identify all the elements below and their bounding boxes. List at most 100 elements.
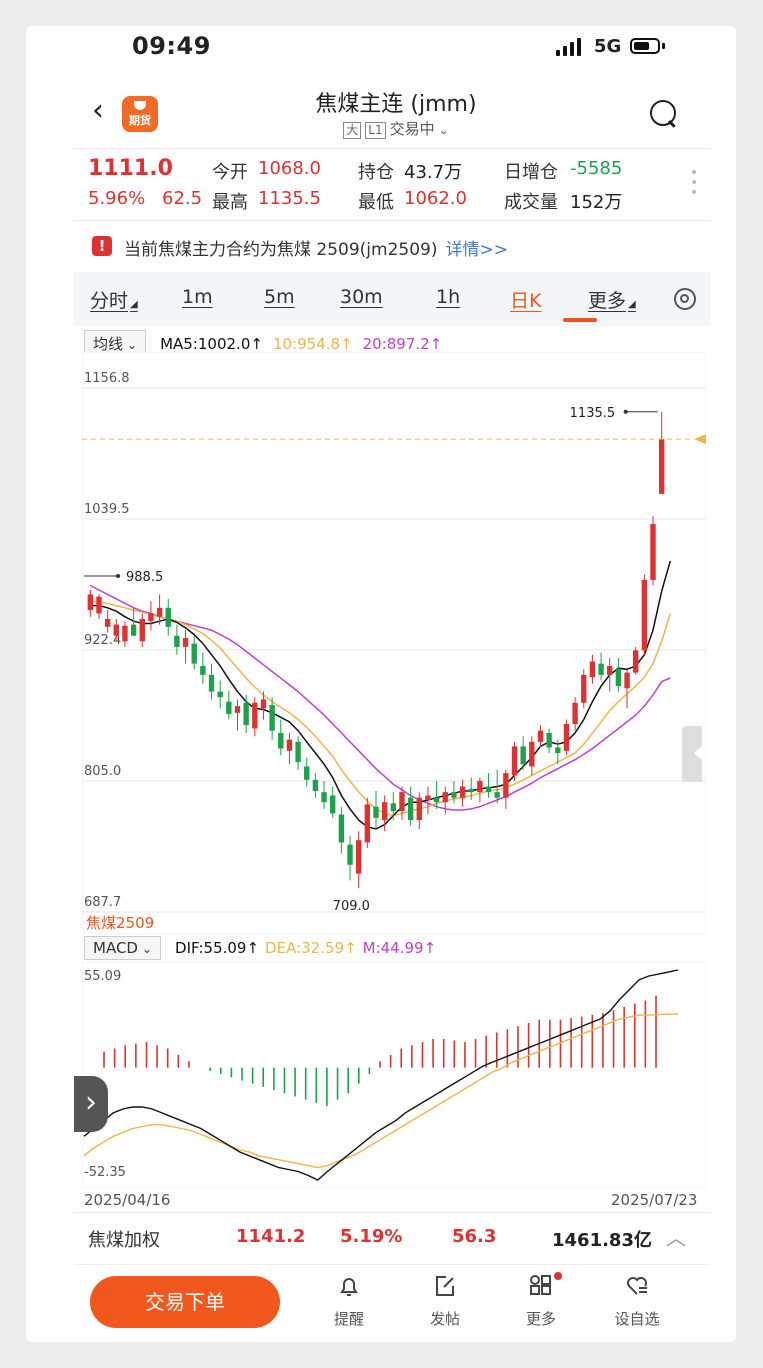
high-label: 最高 bbox=[212, 192, 248, 213]
chevron-up-icon[interactable]: ︿ bbox=[666, 1222, 686, 1251]
trade-order-button[interactable]: 交易下单 bbox=[90, 1276, 280, 1328]
low-annotation-label: 709.0 bbox=[333, 899, 370, 914]
weighted-name: 焦煤加权 bbox=[88, 1230, 160, 1251]
nav-watchlist[interactable]: 设自选 bbox=[602, 1272, 672, 1329]
candle-body bbox=[182, 637, 189, 647]
candle-body bbox=[641, 579, 648, 651]
bell-icon bbox=[340, 1278, 358, 1296]
last-price: 1111.0 bbox=[88, 156, 173, 181]
weighted-pct: 5.19% bbox=[340, 1226, 403, 1247]
notice-link[interactable]: 详情>> bbox=[445, 240, 508, 260]
kline-chart[interactable]: 1156.81039.5922.4805.0687.71135.5988.570… bbox=[82, 352, 706, 934]
heart-add-icon bbox=[627, 1277, 647, 1295]
candle-body bbox=[442, 792, 448, 803]
candle bbox=[641, 574, 648, 655]
candle-body bbox=[278, 732, 284, 749]
tab-2[interactable]: 1m bbox=[182, 286, 213, 308]
candle-body bbox=[433, 797, 440, 803]
candle-body bbox=[148, 613, 154, 622]
candle bbox=[563, 719, 570, 756]
tag-big: 大 bbox=[343, 122, 362, 139]
candle-body bbox=[226, 701, 232, 714]
nav-remind[interactable]: 提醒 bbox=[314, 1272, 384, 1329]
candle-body bbox=[312, 779, 319, 792]
tab-1[interactable]: 分时 ◢ bbox=[90, 286, 138, 313]
tab-4[interactable]: 30m bbox=[340, 286, 383, 308]
open-label: 今开 bbox=[212, 162, 248, 183]
status-bar: 09:49 5G bbox=[26, 26, 736, 70]
candle-body bbox=[529, 741, 535, 767]
trade-status-row[interactable]: 大 L1 交易中 ⌄ bbox=[226, 118, 566, 139]
more-dots-icon[interactable]: • • • bbox=[690, 166, 698, 200]
candle-body bbox=[130, 624, 137, 636]
tab-7[interactable]: 更多 ◢ bbox=[588, 286, 636, 313]
bottom-bar: 交易下单 提醒 发帖 更多 设自选 bbox=[74, 1266, 710, 1342]
volume-label: 成交量 bbox=[504, 192, 558, 213]
candle-body bbox=[338, 814, 345, 843]
oi-change-value: -5585 bbox=[570, 158, 623, 179]
candle-body bbox=[96, 596, 102, 614]
notice-row[interactable]: 当前焦煤主力合约为焦煤 2509(jm2509) 详情>> bbox=[124, 235, 508, 260]
nav-post-label: 发帖 bbox=[429, 1310, 460, 1328]
tab-6[interactable]: 日K bbox=[510, 286, 541, 313]
page-title: 焦煤主连 (jmm) bbox=[315, 92, 477, 117]
gear-icon[interactable] bbox=[674, 288, 696, 310]
macd-chart[interactable]: 55.09 -52.35 bbox=[82, 962, 706, 1188]
tab-3[interactable]: 5m bbox=[264, 286, 295, 308]
ma-select-label: 均线 bbox=[93, 335, 124, 353]
candle-body bbox=[286, 739, 293, 751]
tab-label: 日K bbox=[510, 290, 542, 312]
candle-body bbox=[191, 643, 197, 664]
date-start: 2025/04/16 bbox=[84, 1191, 171, 1209]
candle-body bbox=[607, 665, 613, 675]
candle-body bbox=[624, 672, 630, 689]
candle-body bbox=[139, 619, 145, 642]
notice-text: 当前焦煤主力合约为焦煤 2509(jm2509) bbox=[124, 240, 438, 260]
tab-label: 5m bbox=[264, 286, 295, 308]
candle-body bbox=[156, 607, 163, 617]
search-icon[interactable] bbox=[650, 100, 676, 126]
candle-body bbox=[208, 674, 215, 692]
app-logo[interactable]: 期货 bbox=[122, 96, 158, 132]
nav-more[interactable]: 更多 bbox=[506, 1272, 576, 1329]
candle-body bbox=[364, 804, 371, 843]
ma5-value: MA5:1002.0↑ bbox=[160, 335, 263, 353]
candle-body bbox=[555, 747, 561, 754]
candle-body bbox=[330, 795, 336, 814]
candle-body bbox=[503, 773, 509, 798]
high-annotation-dot bbox=[623, 409, 628, 414]
left-high-label: 988.5 bbox=[126, 570, 163, 585]
status-time: 09:49 bbox=[132, 32, 211, 60]
candle-body bbox=[451, 792, 457, 798]
dea-value: DEA:32.59↑ bbox=[265, 939, 357, 957]
active-tab-underline bbox=[563, 318, 597, 322]
candle-body bbox=[243, 702, 249, 726]
back-icon[interactable]: ‹ bbox=[92, 96, 104, 126]
chevron-down-icon: ⌄ bbox=[438, 123, 449, 137]
network-label: 5G bbox=[594, 36, 622, 57]
macd-select-label: MACD bbox=[93, 939, 138, 957]
candle-body bbox=[425, 795, 431, 800]
candle-body bbox=[234, 706, 241, 713]
nav-post[interactable]: 发帖 bbox=[410, 1272, 480, 1329]
tab-label: 更多 bbox=[588, 290, 627, 312]
high-annotation-label: 1135.5 bbox=[570, 406, 616, 421]
date-end: 2025/07/23 bbox=[611, 1191, 698, 1209]
change-pct: 5.96% bbox=[88, 188, 146, 209]
candle-body bbox=[347, 844, 353, 865]
candle-body bbox=[615, 669, 622, 687]
expand-left-handle-icon[interactable]: › bbox=[74, 1076, 108, 1132]
candle-body bbox=[295, 741, 301, 762]
collapse-right-handle-icon[interactable] bbox=[682, 726, 702, 782]
macd-select-button[interactable]: MACD ⌄ bbox=[84, 936, 162, 960]
price-tick-label: 687.7 bbox=[84, 895, 121, 910]
tab-5[interactable]: 1h bbox=[436, 286, 460, 308]
macd-bottom-label: -52.35 bbox=[84, 1165, 126, 1180]
candle-body bbox=[650, 524, 656, 580]
battery-icon bbox=[630, 38, 660, 54]
weighted-quote-row[interactable]: 焦煤加权 1141.2 5.19% 56.3 1461.83亿 ︿ bbox=[74, 1214, 710, 1262]
candle-body bbox=[217, 691, 223, 698]
candle-body bbox=[260, 699, 267, 709]
candle-body bbox=[122, 625, 128, 642]
candle-body bbox=[304, 766, 310, 780]
